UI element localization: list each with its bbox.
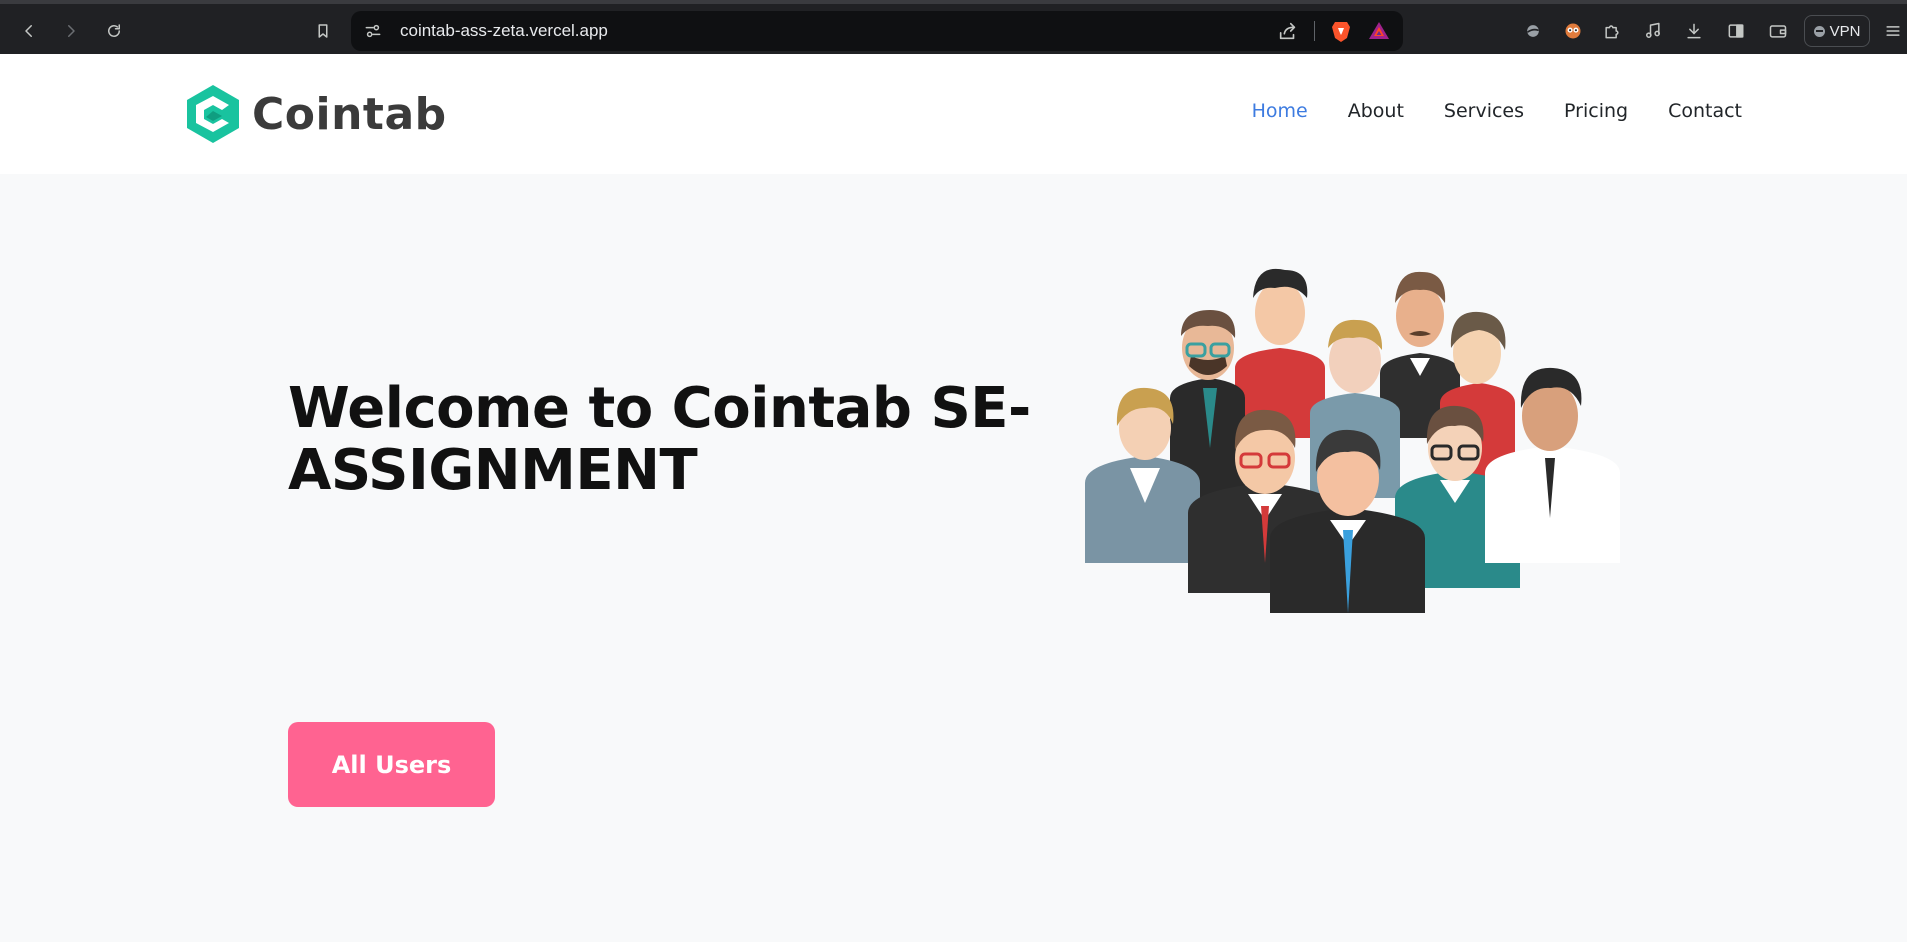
menu-icon[interactable] <box>1881 19 1905 43</box>
vpn-label: VPN <box>1829 22 1861 40</box>
address-divider <box>1314 21 1315 41</box>
reload-icon[interactable] <box>99 16 129 46</box>
group-of-people-illustration <box>1085 268 1620 613</box>
extensions-puzzle-icon[interactable] <box>1600 19 1624 43</box>
brave-shield-icon[interactable] <box>1329 19 1353 43</box>
browser-toolbar: cointab-ass-zeta.vercel.app VPN <box>0 0 1907 54</box>
media-music-icon[interactable] <box>1641 19 1665 43</box>
main-nav: Home About Services Pricing Contact <box>1252 100 1742 122</box>
extension-owl-icon[interactable] <box>1561 19 1585 43</box>
downloads-icon[interactable] <box>1682 19 1706 43</box>
nav-about[interactable]: About <box>1348 100 1404 122</box>
forward-arrow-icon[interactable] <box>56 16 86 46</box>
site-header: Cointab Home About Services Pricing Cont… <box>0 54 1907 174</box>
address-bar[interactable]: cointab-ass-zeta.vercel.app <box>351 11 1403 51</box>
all-users-button[interactable]: All Users <box>288 722 495 807</box>
nav-contact[interactable]: Contact <box>1668 100 1742 122</box>
url-text[interactable]: cointab-ass-zeta.vercel.app <box>400 21 608 41</box>
vpn-button[interactable]: VPN <box>1804 15 1870 47</box>
hero-title: Welcome to Cointab SE-ASSIGNMENT <box>288 376 1031 503</box>
bookmark-icon[interactable] <box>308 16 338 46</box>
nav-services[interactable]: Services <box>1444 100 1524 122</box>
cointab-logo-icon <box>187 85 239 143</box>
wallet-icon[interactable] <box>1766 19 1790 43</box>
back-arrow-icon[interactable] <box>14 16 44 46</box>
nav-pricing[interactable]: Pricing <box>1564 100 1628 122</box>
sidebar-icon[interactable] <box>1724 19 1748 43</box>
logo-text: Cointab <box>252 88 447 140</box>
nav-home[interactable]: Home <box>1252 100 1308 122</box>
extension-globe-icon[interactable] <box>1521 19 1545 43</box>
vpn-status-icon <box>1813 25 1825 37</box>
logo[interactable]: Cointab <box>184 82 447 146</box>
brave-rewards-icon[interactable] <box>1367 19 1391 43</box>
share-icon[interactable] <box>1277 20 1299 42</box>
site-settings-icon[interactable] <box>363 21 383 41</box>
